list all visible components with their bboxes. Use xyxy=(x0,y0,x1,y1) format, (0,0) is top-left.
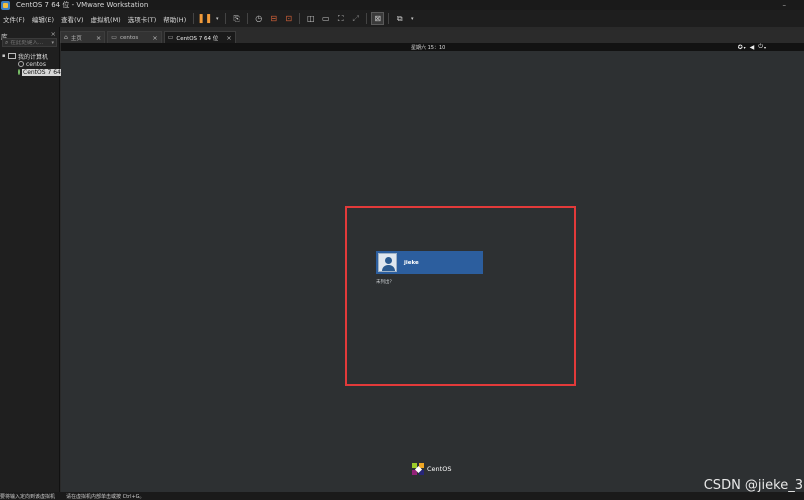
tree-root-label: 我的计算机 xyxy=(18,53,49,61)
watermark: CSDN @jieke_3 xyxy=(703,478,803,493)
library-tree: ▪ 我的计算机 centos CentOS 7 64 xyxy=(2,52,62,76)
clock[interactable]: 星期六 15：10 xyxy=(411,44,445,51)
console-view-icon[interactable]: ⊠ xyxy=(371,12,385,25)
toolbar-separator xyxy=(388,13,390,24)
tab-bar: ⌂ 主页 × ▭ centos × ▭ CentOS 7 64 位 × xyxy=(60,30,804,43)
snapshot-icon[interactable]: ◷ xyxy=(253,13,264,24)
avatar-body xyxy=(382,265,395,271)
power-icon[interactable]: ⏻ xyxy=(758,43,763,51)
window-title: CentOS 7 64 位 - VMware Workstation xyxy=(16,1,149,9)
revert-snapshot-icon[interactable]: ⊟ xyxy=(268,13,279,24)
menu-vm[interactable]: 虚拟机(M) xyxy=(91,14,121,24)
status-bar: 要将输入定向到该虚拟机 请在虚拟机内部单击或按 Ctrl+G。 xyxy=(0,492,804,500)
chevron-down-icon[interactable]: ▾ xyxy=(51,40,54,46)
vm-icon: ▭ xyxy=(167,34,174,41)
vmware-logo-icon xyxy=(1,0,10,10)
library-close-button[interactable]: × xyxy=(51,30,56,38)
tree-item-centos[interactable]: centos xyxy=(2,60,60,68)
pause-icon[interactable]: ❚❚ xyxy=(197,13,212,24)
menu-chevron-icon: ▾ xyxy=(743,44,746,50)
centos-brand: CentOS xyxy=(412,463,451,475)
toolbar-separator xyxy=(225,13,227,24)
vm-console[interactable]: 星期六 15：10 ✪ ▾ ◀ ⏻ ▾ jieke 未列出？ CentOS xyxy=(61,43,804,492)
library-search-input[interactable] xyxy=(10,39,51,46)
toolbar-separator xyxy=(299,13,301,24)
volume-icon[interactable]: ◀ xyxy=(750,44,755,51)
tab-centos[interactable]: ▭ centos × xyxy=(107,31,162,43)
title-bar: CentOS 7 64 位 - VMware Workstation – xyxy=(0,0,804,10)
vm-icon: ▭ xyxy=(111,34,117,41)
menu-edit[interactable]: 编辑(E) xyxy=(32,14,54,24)
menu-bar: 文件(F) 编辑(E) 查看(V) 虚拟机(M) 选项卡(T) 帮助(H) ❚❚… xyxy=(0,10,804,27)
tab-label: centos xyxy=(119,34,139,41)
avatar xyxy=(378,253,397,272)
system-status-area[interactable]: ✪ ▾ ◀ ⏻ ▾ xyxy=(734,43,766,51)
gnome-top-bar: 星期六 15：10 ✪ ▾ ◀ ⏻ ▾ xyxy=(61,43,804,51)
tree-root-my-computer[interactable]: ▪ 我的计算机 xyxy=(2,52,60,61)
vm-running-icon xyxy=(18,69,20,75)
close-icon[interactable]: × xyxy=(96,34,101,42)
menu-tabs[interactable]: 选项卡(T) xyxy=(128,14,157,24)
tree-item-label: CentOS 7 64 xyxy=(22,68,62,76)
status-hint-right: 请在虚拟机内部单击或按 Ctrl+G。 xyxy=(66,493,145,500)
vmware-window: CentOS 7 64 位 - VMware Workstation – 文件(… xyxy=(0,0,804,500)
highlight-box xyxy=(345,206,576,386)
user-list-item[interactable]: jieke xyxy=(376,251,483,274)
snapshot-manager-icon[interactable]: ⊡ xyxy=(283,13,294,24)
library-view-icon[interactable]: ◫ xyxy=(305,13,316,24)
menu-help[interactable]: 帮助(H) xyxy=(163,14,186,24)
close-icon[interactable]: × xyxy=(152,34,157,42)
tab-label: CentOS 7 64 位 xyxy=(176,35,219,42)
computer-icon xyxy=(8,53,16,59)
home-icon: ⌂ xyxy=(64,34,68,41)
avatar-head xyxy=(385,257,392,264)
tab-home[interactable]: ⌂ 主页 × xyxy=(60,31,106,43)
status-hint-left: 要将输入定向到该虚拟机 xyxy=(0,493,56,500)
minimize-button[interactable]: – xyxy=(783,1,787,9)
tree-item-label: centos xyxy=(26,60,46,68)
library-sidebar: 库 × ⌕ ▾ ▪ 我的计算机 centos CentOS 7 64 xyxy=(0,27,62,492)
tree-item-centos7[interactable]: CentOS 7 64 xyxy=(2,68,62,76)
menu-view[interactable]: 查看(V) xyxy=(61,14,84,24)
menu-file[interactable]: 文件(F) xyxy=(3,14,25,24)
menu-chevron-icon: ▾ xyxy=(763,44,766,50)
stretch-guest-icon[interactable]: ⧉ xyxy=(394,13,405,24)
centos-logo-icon xyxy=(412,463,424,475)
pause-dropdown-icon[interactable]: ▾ xyxy=(214,13,220,24)
close-icon[interactable]: × xyxy=(226,34,231,42)
toolbar-separator xyxy=(247,13,249,24)
toolbar-separator xyxy=(366,13,368,24)
thumbnail-view-icon[interactable]: ▭ xyxy=(320,13,331,24)
stretch-dropdown-icon[interactable]: ▾ xyxy=(409,13,415,24)
library-search[interactable]: ⌕ ▾ xyxy=(2,38,57,47)
accessibility-icon[interactable]: ✪ xyxy=(738,44,743,51)
send-ctrl-alt-del-icon[interactable]: ⎘ xyxy=(231,13,242,24)
username: jieke xyxy=(404,259,419,266)
toolbar-separator xyxy=(193,13,195,24)
vm-icon xyxy=(18,61,24,67)
fullscreen-icon[interactable]: ⛶ xyxy=(335,13,346,24)
unity-icon[interactable]: ⤢ xyxy=(350,13,361,24)
brand-name: CentOS xyxy=(427,465,452,473)
tab-centos7[interactable]: ▭ CentOS 7 64 位 × xyxy=(163,31,236,43)
search-icon: ⌕ xyxy=(5,38,9,46)
not-listed-link[interactable]: 未列出？ xyxy=(376,279,394,285)
tab-label: 主页 xyxy=(70,35,82,42)
